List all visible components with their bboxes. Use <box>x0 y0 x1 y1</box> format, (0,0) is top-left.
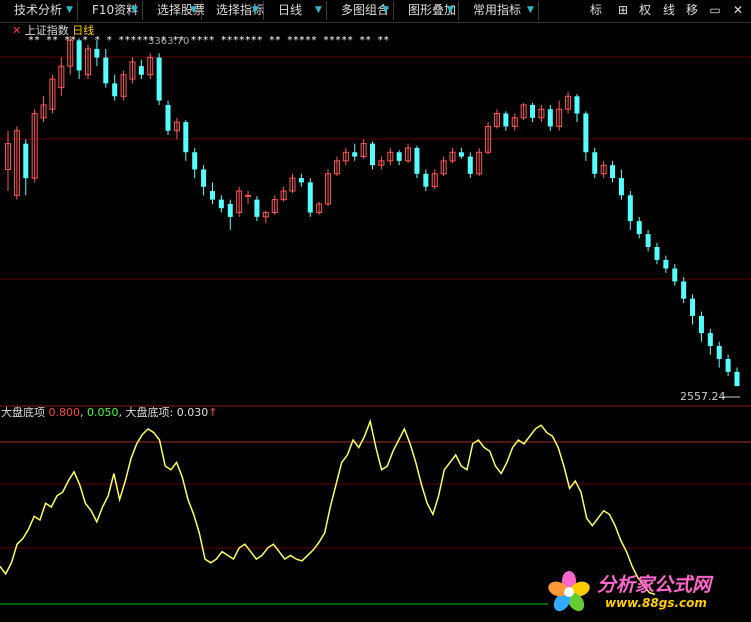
candle-body-down <box>627 195 633 222</box>
sub-legend: 大盘底项 0.800, 0.050, 大盘底项: 0.030↑ <box>1 406 218 419</box>
candle-body-down <box>209 191 215 200</box>
level-high: 0.800 <box>48 406 81 419</box>
candle-body-down <box>227 203 233 217</box>
candle-body-down <box>698 315 704 334</box>
dropdown-arrow-icon[interactable]: ▼ <box>447 1 454 20</box>
candle-body-down <box>156 57 162 101</box>
toolbar-item-7[interactable]: 常用指标 ▼ <box>459 1 539 20</box>
candle-body-down <box>370 143 375 166</box>
candle-body-down <box>414 147 420 174</box>
window-icon[interactable]: ▭ <box>705 1 725 20</box>
low-label: 2557.24 <box>680 390 726 403</box>
toolbar-right-button-1[interactable]: 权 <box>634 1 656 20</box>
candle-body-down <box>734 371 740 387</box>
candle-body-down <box>636 221 642 235</box>
chart-area: ** ** ** * * * ****** * ** **** ******* … <box>0 35 751 605</box>
grid-icon[interactable]: ⊞ <box>612 1 634 20</box>
dropdown-arrow-icon[interactable]: ▼ <box>66 1 73 20</box>
candle-body-down <box>396 152 402 161</box>
candle-body-down <box>654 246 660 260</box>
candle-body-down <box>165 104 171 131</box>
star-markers: ** ** ** * * * ****** * ** **** ******* … <box>28 35 389 46</box>
toolbar-item-3[interactable]: 选择指标 ▼ <box>202 1 264 20</box>
toolbar-right-button-3[interactable]: 移 <box>681 1 703 20</box>
candle-body-down <box>592 152 598 174</box>
dropdown-arrow-icon[interactable]: ▼ <box>252 1 259 20</box>
toolbar-item-2[interactable]: 选择股票 ▼ <box>143 1 206 20</box>
toolbar-item-label: 日线 <box>278 3 303 17</box>
toolbar-item-1[interactable]: F10资料 ▼ <box>78 1 143 20</box>
value-label: 大盘底项 <box>125 406 170 419</box>
candle-body-up <box>245 194 252 197</box>
candle-body-down <box>618 178 624 196</box>
brand-text: 分析家公式网 <box>597 574 712 596</box>
candle-body-down <box>138 66 144 75</box>
toolbar-item-label: 常用指标 <box>473 3 522 17</box>
candle-body-down <box>690 298 696 316</box>
candle-body-down <box>458 152 464 157</box>
candle-body-down <box>716 346 722 359</box>
candle-body-down <box>681 281 687 299</box>
candle-body-down <box>192 152 198 170</box>
candle-body-down <box>467 156 473 174</box>
candle-body-down <box>352 152 358 157</box>
up-arrow-icon: ↑ <box>208 406 218 419</box>
candle-body-down <box>298 178 304 183</box>
candle-body-down <box>254 199 260 217</box>
toolbar-item-6[interactable]: 图形叠加 ▼ <box>394 1 459 20</box>
candle-body-down <box>547 109 553 127</box>
brand-url: www.88gs.com <box>605 596 707 610</box>
candle-body-down <box>183 122 189 153</box>
candle-body-down <box>645 234 651 247</box>
candle-body-down <box>672 268 678 282</box>
toolbar-item-label: 技术分析 <box>14 3 63 17</box>
high-label: 3363.70 <box>148 36 189 47</box>
candle-body-down <box>423 173 429 187</box>
dropdown-arrow-icon[interactable]: ▼ <box>527 1 534 20</box>
toolbar-item-0[interactable]: 技术分析 ▼ <box>0 1 78 20</box>
level-low: 0.050 <box>87 406 119 419</box>
candle-body-down <box>583 113 589 153</box>
candle-body-down <box>112 83 118 97</box>
toolbar-item-5[interactable]: 多图组合 ▼ <box>327 1 394 20</box>
dropdown-arrow-icon[interactable]: ▼ <box>315 1 322 20</box>
candle-body-down <box>94 48 100 58</box>
toolbar: 技术分析 ▼ F10资料 ▼ 选择股票 ▼ 选择指标 ▼ 日线 ▼ 多图组合 ▼ 图形叠加 ▼ 常用指标 ▼ ⊞… <box>0 0 751 23</box>
toolbar-item-label: 选择股票 <box>157 3 206 17</box>
candle-body-down <box>103 57 109 84</box>
indicator-name: 大盘底项 <box>1 406 45 419</box>
watermark-logo: 分析家公式网 www.88gs.com <box>545 566 745 616</box>
toolbar-right-button-0[interactable]: 标 <box>585 1 607 20</box>
candle-body-down <box>307 182 313 213</box>
candle-body-down <box>663 259 669 269</box>
indicator-value: 0.030 <box>176 406 209 419</box>
candle-body-down <box>503 113 509 127</box>
dropdown-arrow-icon[interactable]: ▼ <box>190 1 197 20</box>
candle-body-down <box>707 333 713 347</box>
candle-body-down <box>201 169 207 187</box>
candle-body-down <box>23 143 29 179</box>
dropdown-arrow-icon[interactable]: ▼ <box>382 1 389 20</box>
candle-body-down <box>574 96 580 114</box>
toolbar-right-button-2[interactable]: 线 <box>658 1 680 20</box>
close-window-icon[interactable]: ✕ <box>728 1 748 20</box>
candle-body-down <box>218 199 224 209</box>
candle-body-down <box>610 165 616 179</box>
dropdown-arrow-icon[interactable]: ▼ <box>131 1 138 20</box>
toolbar-item-4[interactable]: 日线 ▼ <box>264 1 327 20</box>
candle-body-down <box>725 358 731 372</box>
candle-body-down <box>530 104 536 118</box>
